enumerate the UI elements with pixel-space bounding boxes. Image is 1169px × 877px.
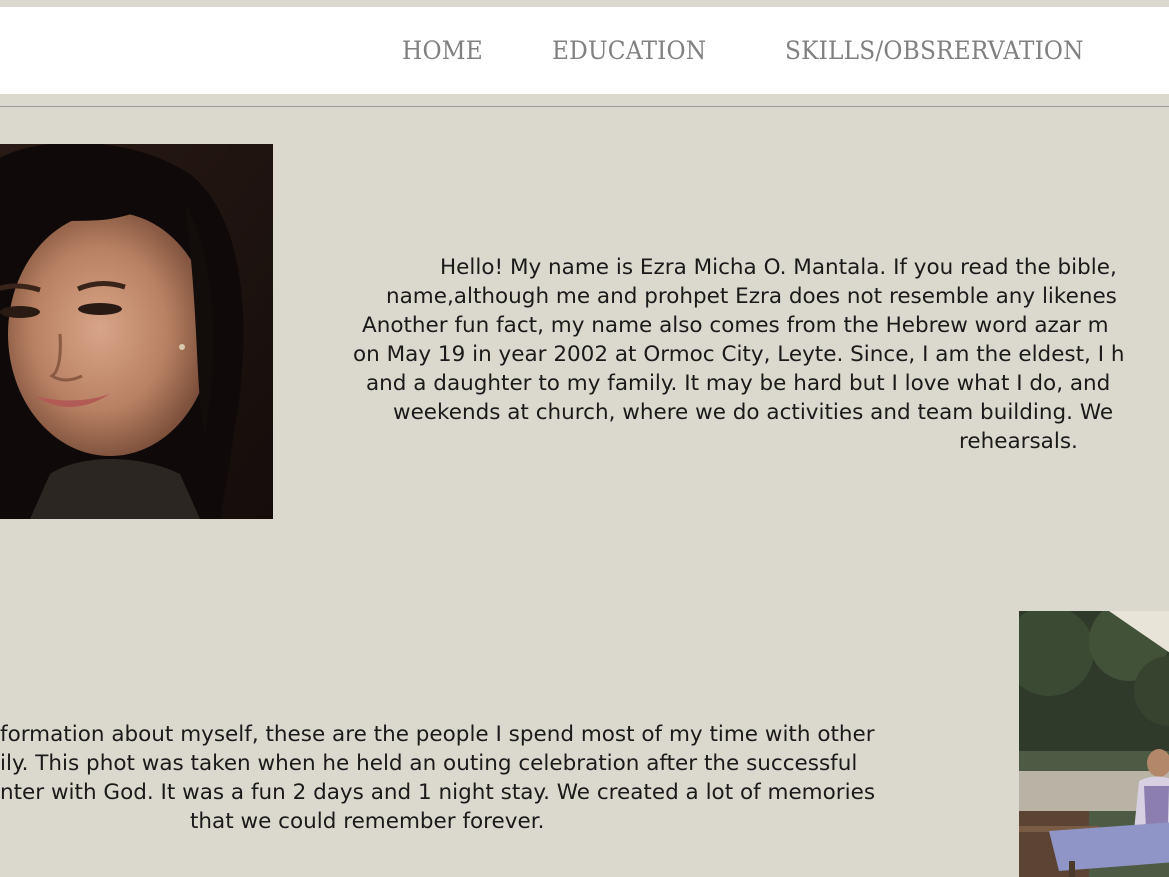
page: HOME EDUCATION SKILLS/OBSRERVATION Hello… [0, 0, 1169, 877]
family-paragraph: formation about myself, these are the pe… [0, 720, 940, 836]
header-divider [0, 106, 1169, 107]
nav-education-link[interactable]: EDUCATION [552, 34, 706, 68]
about-line: Hello! My name is Ezra Micha O. Mantala.… [440, 255, 1117, 280]
about-line: and a daughter to my family. It may be h… [366, 371, 1111, 396]
about-line: Another fun fact, my name also comes fro… [362, 313, 1109, 338]
family-photo [1019, 611, 1169, 877]
family-line: formation about myself, these are the pe… [0, 722, 875, 747]
family-line: ily. This phot was taken when he held an… [0, 751, 858, 776]
about-line: name,although me and prohpet Ezra does n… [386, 284, 1117, 309]
about-line: weekends at church, where we do activiti… [393, 400, 1114, 425]
nav-skills-link[interactable]: SKILLS/OBSRERVATION [785, 34, 1084, 68]
main-nav: HOME EDUCATION SKILLS/OBSRERVATION [0, 34, 1169, 68]
family-line: nter with God. It was a fun 2 days and 1… [0, 780, 876, 805]
about-line: rehearsals. [959, 429, 1078, 454]
portrait-photo [0, 144, 273, 519]
about-line: on May 19 in year 2002 at Ormoc City, Le… [353, 342, 1125, 367]
about-paragraph: Hello! My name is Ezra Micha O. Mantala.… [330, 253, 1169, 456]
nav-home-link[interactable]: HOME [402, 34, 483, 68]
